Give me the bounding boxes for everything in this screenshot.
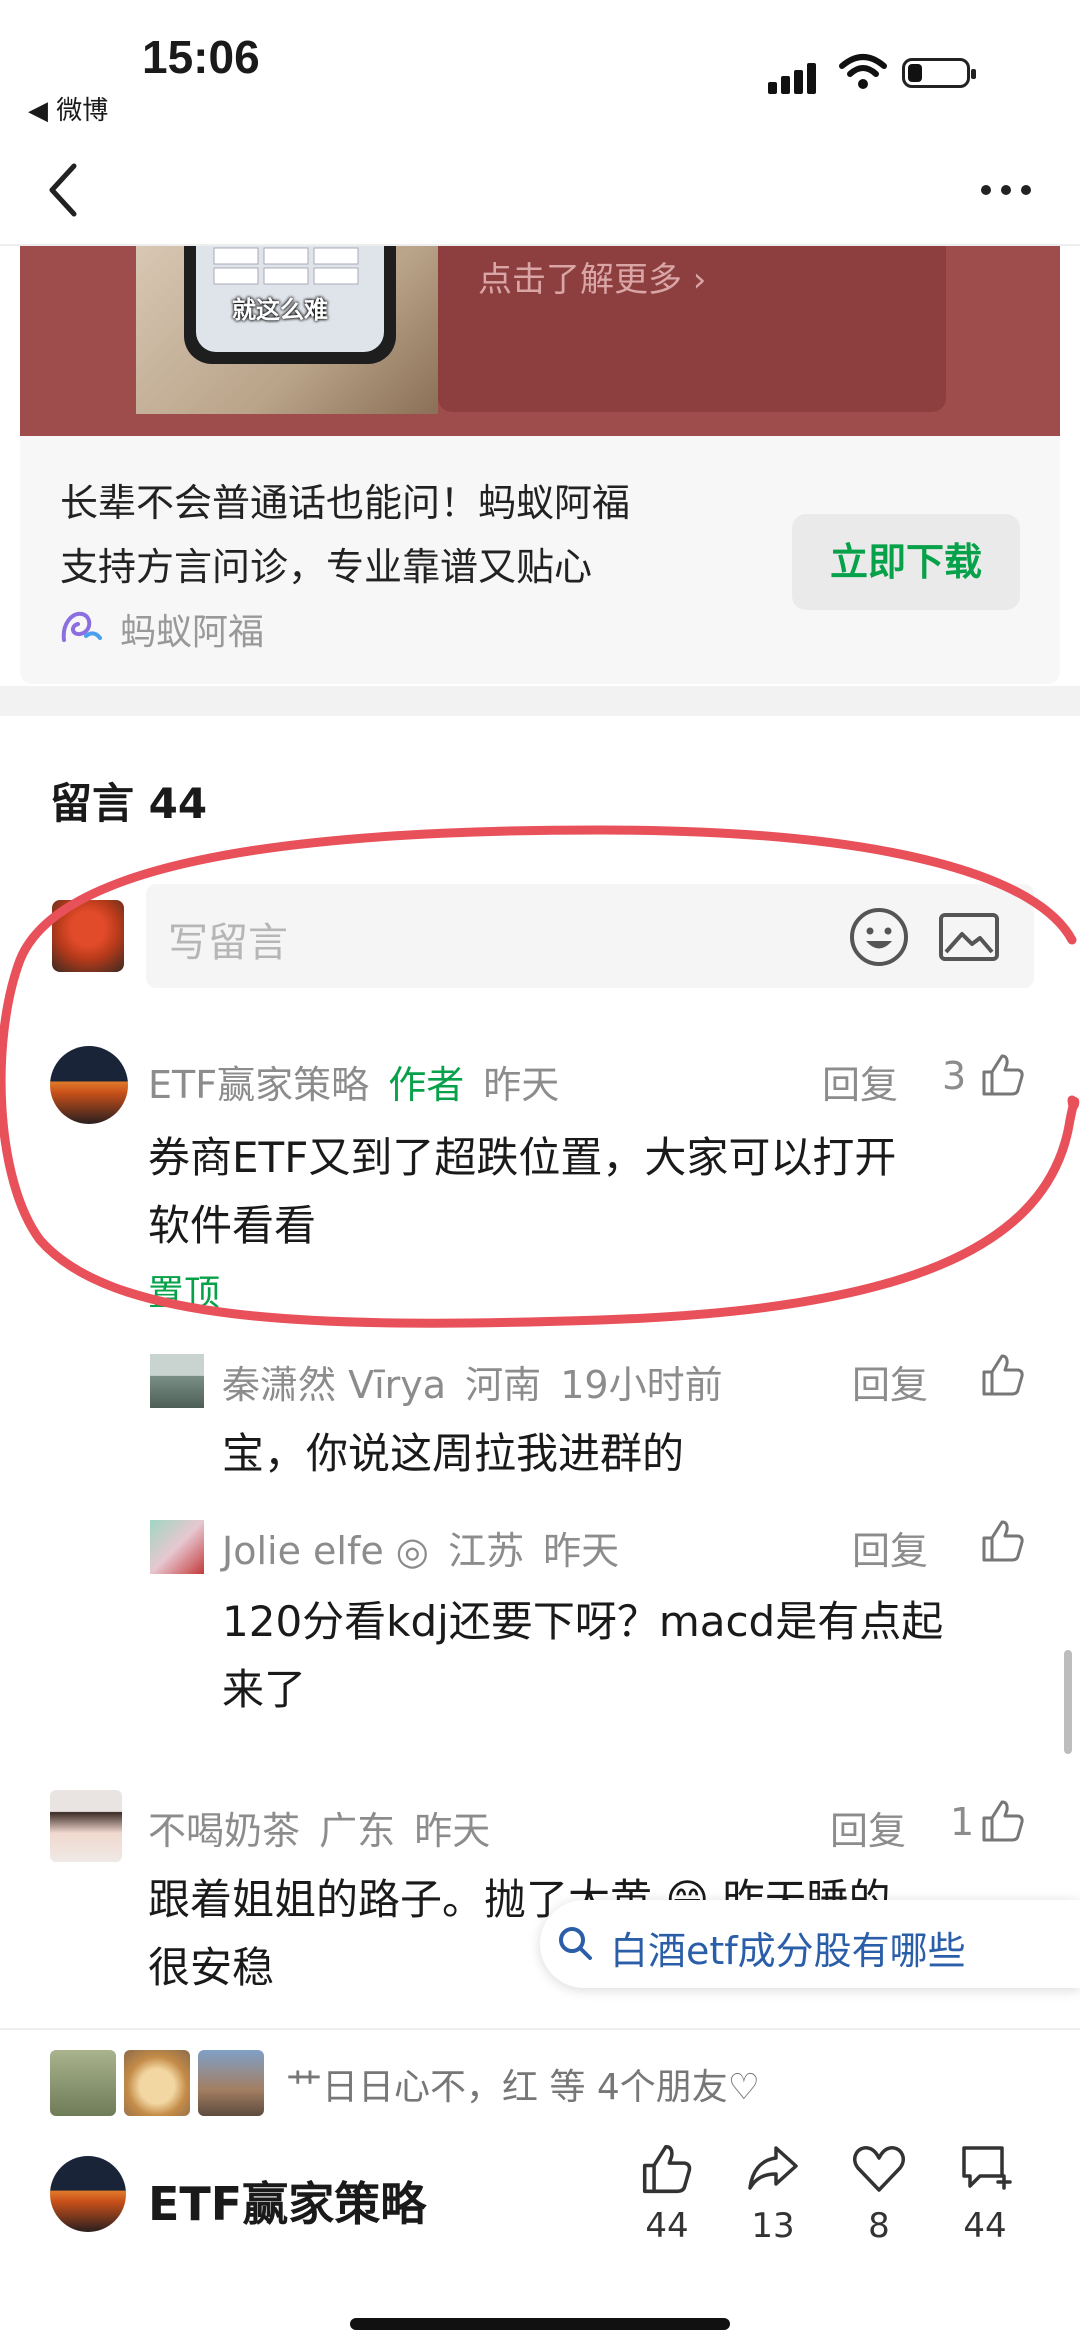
thumbs-up-icon[interactable]: [640, 2142, 694, 2196]
friend-avatar[interactable]: [124, 2050, 190, 2116]
friends-liked-text[interactable]: 艹日日心不，红 等 4个朋友♡: [286, 2058, 760, 2110]
friend-avatar[interactable]: [50, 2050, 116, 2116]
like-total: 44: [645, 2206, 689, 2246]
share-count: 13: [751, 2206, 795, 2246]
heart-count: 8: [868, 2206, 890, 2246]
share-icon[interactable]: [746, 2142, 800, 2196]
friend-avatar[interactable]: [198, 2050, 264, 2116]
red-annotation-circle: [0, 825, 1080, 1328]
footer-divider: [0, 2028, 1080, 2030]
comment-count: 44: [963, 2206, 1007, 2246]
home-indicator[interactable]: [350, 2318, 730, 2330]
comment-add-icon[interactable]: [958, 2142, 1012, 2196]
heart-icon[interactable]: [852, 2144, 906, 2194]
account-name[interactable]: ETF赢家策略: [148, 2168, 426, 2234]
account-avatar[interactable]: [50, 2156, 126, 2232]
